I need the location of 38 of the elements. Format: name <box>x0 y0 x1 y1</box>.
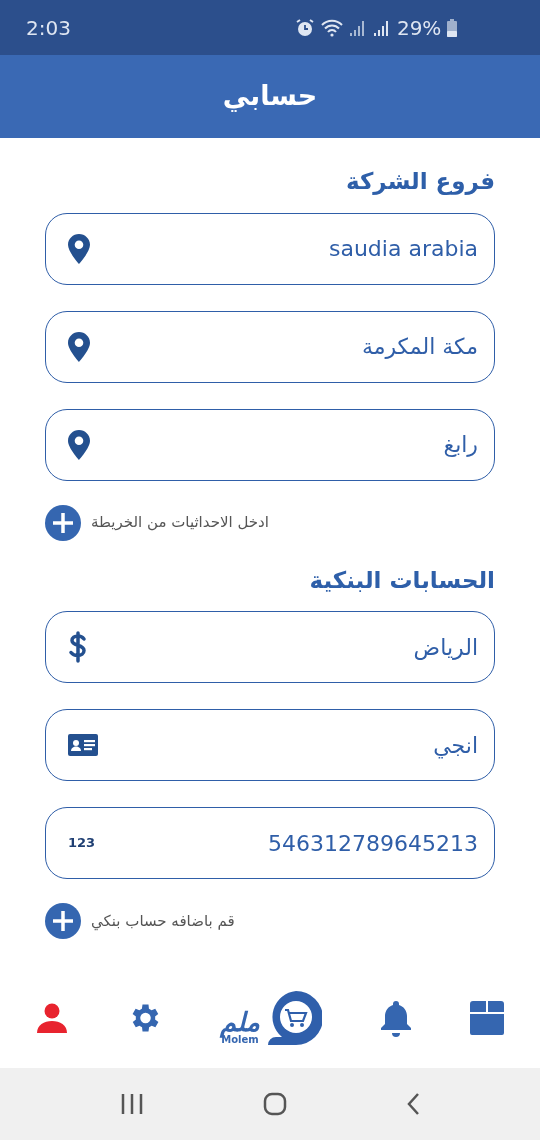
recent-apps-icon[interactable] <box>119 1093 144 1115</box>
person-icon[interactable] <box>36 1002 68 1034</box>
dollar-icon <box>68 631 88 663</box>
status-time: 2:03 <box>26 14 71 42</box>
field-value: رابغ <box>443 431 478 459</box>
bell-icon[interactable] <box>379 999 412 1037</box>
input-field[interactable]: مكة المكرمة <box>45 310 495 383</box>
location-pin-icon <box>68 429 90 460</box>
signal-icon <box>372 18 391 37</box>
wifi-icon <box>320 18 343 37</box>
alarm-icon <box>294 17 315 38</box>
id-card-icon <box>68 734 98 756</box>
battery-percent: 29% <box>396 14 442 42</box>
page-title: حسابي <box>222 79 318 114</box>
add-label[interactable]: ادخل الاحداثيات من الخريطة <box>91 511 269 534</box>
add-icon[interactable] <box>45 903 81 939</box>
input-field[interactable]: الرياض <box>45 611 495 683</box>
battery-icon <box>447 18 458 37</box>
input-field[interactable]: 123 546312789645213 <box>45 807 495 879</box>
location-pin-icon <box>68 233 90 264</box>
section-title: فروع الشركة <box>345 167 495 197</box>
field-value: 546312789645213 <box>268 829 478 858</box>
signal-icon <box>348 18 367 37</box>
digits-icon: 123 <box>68 833 96 853</box>
field-value: saudia arabia <box>329 235 478 263</box>
location-pin-icon <box>68 331 90 362</box>
add-icon[interactable] <box>45 504 81 541</box>
section-title: الحسابات البنكية <box>308 565 495 595</box>
field-value: مكة المكرمة <box>361 333 478 361</box>
box-icon[interactable] <box>469 1001 504 1035</box>
input-field[interactable]: saudia arabia <box>45 212 495 285</box>
back-icon[interactable] <box>406 1092 421 1116</box>
field-value: انجي <box>433 731 478 761</box>
input-field[interactable]: انجي <box>45 709 495 781</box>
input-field[interactable]: رابغ <box>45 408 495 481</box>
field-value: الرياض <box>413 633 478 662</box>
home-icon[interactable] <box>263 1092 287 1116</box>
add-label[interactable]: قم باضافه حساب بنكي <box>91 909 235 933</box>
